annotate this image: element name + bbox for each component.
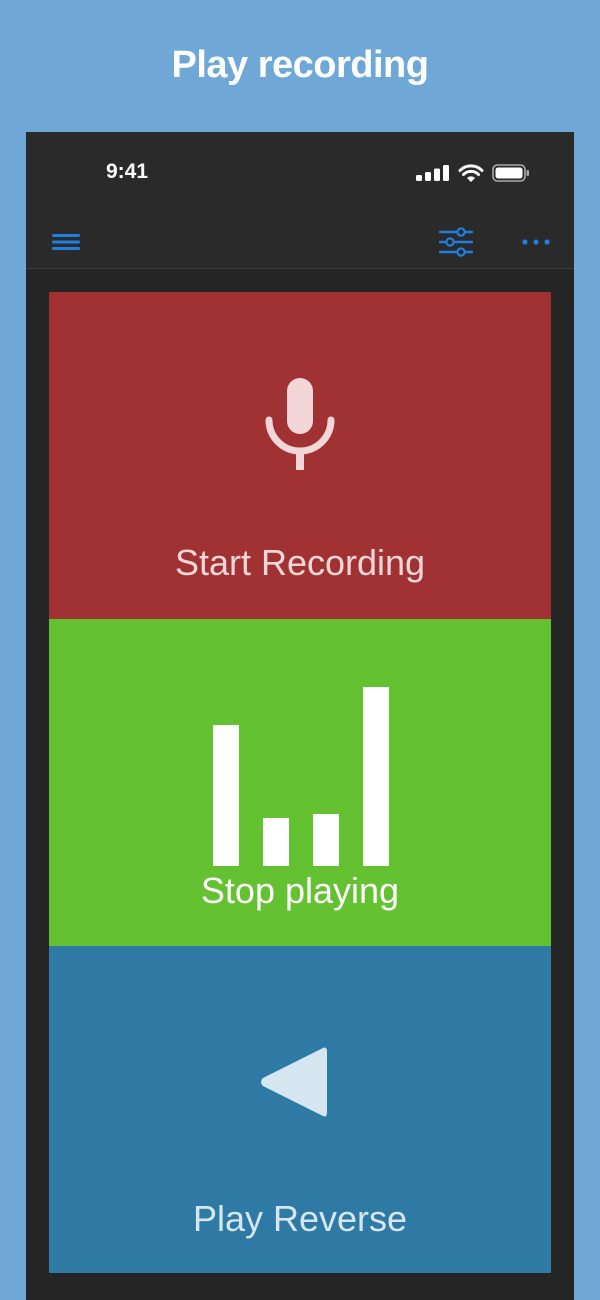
audio-level-bar [363, 687, 389, 866]
audio-level-bar [263, 818, 289, 866]
play-reverse-label: Play Reverse [192, 1198, 408, 1239]
phone-screen: 9:41 Start Recording Stop playing Play R… [26, 132, 574, 1300]
audio-level-bar [313, 814, 339, 866]
ellipsis-icon [522, 239, 550, 245]
stop-playing-label: Stop playing [200, 870, 400, 911]
play-reverse-button[interactable]: Play Reverse [49, 946, 551, 1273]
battery-icon [492, 164, 529, 182]
status-time: 9:41 [106, 160, 149, 183]
filter-settings-button[interactable] [438, 224, 474, 260]
status-bar: 9:41 [26, 132, 574, 212]
page-headline: Play recording [171, 44, 429, 86]
more-options-button[interactable] [518, 224, 554, 260]
sliders-icon [439, 227, 473, 257]
status-icons [416, 162, 530, 184]
wifi-icon [458, 164, 484, 182]
navigation-bar [26, 212, 574, 269]
cellular-signal-icon [416, 165, 449, 181]
reverse-play-icon [261, 1047, 327, 1117]
start-recording-label: Start Recording [174, 542, 426, 583]
start-recording-button[interactable]: Start Recording [49, 292, 551, 619]
stop-playing-button[interactable]: Stop playing [49, 619, 551, 946]
audio-level-bars-icon [213, 687, 389, 866]
hamburger-icon [52, 234, 80, 250]
microphone-icon [265, 378, 335, 470]
audio-level-bar [213, 725, 239, 866]
menu-button[interactable] [48, 224, 84, 260]
